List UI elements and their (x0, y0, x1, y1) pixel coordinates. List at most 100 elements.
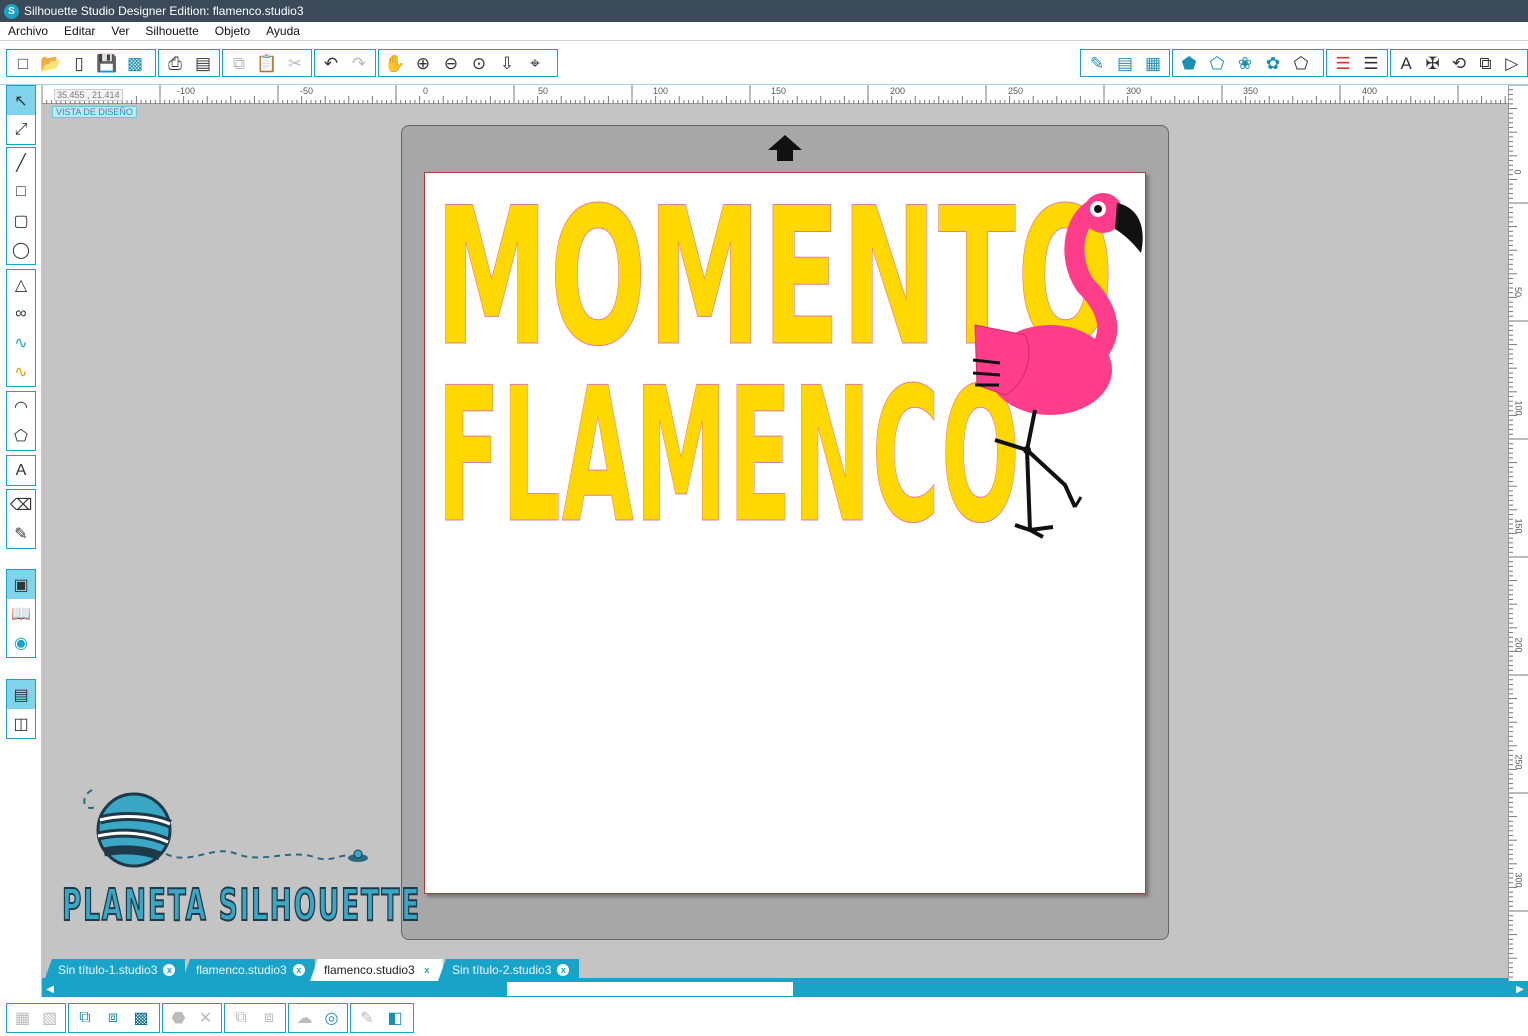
redo-icon[interactable]: ↷ (345, 51, 373, 75)
paste-icon[interactable]: 📋 (253, 51, 281, 75)
fill-color-icon[interactable]: ⬟ (1175, 51, 1203, 75)
fill-pattern-icon[interactable]: ❀ (1231, 51, 1259, 75)
print-icon[interactable]: ⎙ (161, 51, 189, 75)
more-panels-icon[interactable]: ▷ (1499, 51, 1525, 75)
weld-icon[interactable]: ⬣ (165, 1005, 192, 1031)
scroll-right-icon[interactable]: ▶ (1514, 983, 1526, 995)
menu-editar[interactable]: Editar (56, 24, 103, 38)
new-document-icon[interactable]: □ (9, 51, 37, 75)
close-tab-icon[interactable]: x (292, 964, 305, 976)
text-tool-icon[interactable]: A (7, 456, 35, 485)
zoom-selection-icon[interactable]: ⊙ (465, 51, 493, 75)
smooth-freehand-tool-icon[interactable]: ∿ (7, 357, 35, 386)
delete-icon[interactable]: ✕ (192, 1005, 219, 1031)
rectangle-tool-icon[interactable]: □ (7, 177, 35, 206)
rotate-icon[interactable]: ⟲ (1446, 51, 1472, 75)
pan-hand-icon[interactable]: ✋ (381, 51, 409, 75)
window-title: Silhouette Studio Designer Edition: flam… (24, 4, 304, 18)
menu-bar: Archivo Editar Ver Silhouette Objeto Ayu… (0, 22, 1528, 41)
arc-tool-icon[interactable]: ◠ (7, 392, 35, 421)
offset-icon[interactable]: ◎ (318, 1005, 345, 1031)
group-icon[interactable]: ▦ (9, 1005, 36, 1031)
eraser-tool-icon[interactable]: ⌫ (7, 490, 35, 519)
ruler-label: 350 (1243, 86, 1259, 96)
trace-icon[interactable]: ☁ (291, 1005, 318, 1031)
line-color-icon[interactable]: ✿ (1259, 51, 1287, 75)
close-tab-icon[interactable]: x (420, 964, 433, 976)
print-cut-icon[interactable]: ◧ (381, 1005, 409, 1031)
tab-flamenco-active[interactable]: flamenco.studio3 x (310, 959, 443, 981)
design-text-flamenco[interactable]: FLAMENCO (437, 362, 1021, 549)
cut-settings-icon[interactable]: ☰ (1329, 51, 1357, 75)
tab-flamenco-1[interactable]: flamenco.studio3 x (182, 959, 315, 981)
file-tools-group: □ 📂 ▯ 💾 ▩ (6, 49, 156, 77)
scale-icon[interactable]: ⧉ (1472, 51, 1498, 75)
curve-tool-icon[interactable]: ∞ (7, 299, 35, 328)
design-page[interactable]: MOMENTO FLAMENCO (424, 172, 1146, 894)
library-icon[interactable]: ▯ (65, 51, 93, 75)
release-compound-icon[interactable]: ⧈ (99, 1005, 127, 1031)
scrollbar-thumb[interactable] (507, 982, 793, 996)
duplicate-icon[interactable]: ⧉ (227, 1005, 255, 1031)
sketch-icon[interactable]: ✎ (353, 1005, 381, 1031)
shape-tools-group: ╱ □ ▢ ◯ (6, 147, 36, 265)
ruler-label: 150 (1513, 518, 1524, 534)
freehand-tool-icon[interactable]: ∿ (7, 328, 35, 357)
close-tab-icon[interactable]: x (557, 964, 570, 976)
horizontal-scrollbar[interactable]: ◀ ▶ (42, 981, 1528, 997)
regular-polygon-tool-icon[interactable]: ⬠ (7, 421, 35, 450)
fit-to-page-icon[interactable]: ⌖ (521, 51, 549, 75)
design-canvas[interactable]: VISTA DE DISEÑO MOMENTO FLAMENCO PLANETA… (42, 104, 1508, 956)
menu-archivo[interactable]: Archivo (0, 24, 56, 38)
ruler-label: -50 (300, 86, 314, 96)
select-arrow-icon[interactable]: ↖ (7, 86, 35, 115)
scroll-left-icon[interactable]: ◀ (44, 983, 56, 995)
menu-objeto[interactable]: Objeto (207, 24, 258, 38)
send-to-silhouette-icon[interactable]: ▤ (189, 51, 217, 75)
ungroup-icon[interactable]: ▧ (36, 1005, 63, 1031)
grid-settings-icon[interactable]: ▤ (1111, 51, 1139, 75)
library-view-icon[interactable]: 📖 (7, 599, 35, 628)
split-panel-icon[interactable]: ◫ (7, 709, 35, 738)
fill-gradient-icon[interactable]: ⬠ (1203, 51, 1231, 75)
tab-sin-titulo-1[interactable]: Sin título-1.studio3 x (44, 959, 186, 981)
menu-ayuda[interactable]: Ayuda (258, 24, 308, 38)
online-store-icon[interactable]: ◉ (7, 628, 35, 657)
draw-tools-group: △ ∞ ∿ ∿ (6, 269, 36, 387)
text-style-icon[interactable]: A (1393, 51, 1419, 75)
bring-forward-icon[interactable]: ▩ (127, 1005, 155, 1031)
menu-silhouette[interactable]: Silhouette (137, 24, 206, 38)
save-to-library-icon[interactable]: ▩ (121, 51, 149, 75)
open-folder-icon[interactable]: 📂 (37, 51, 65, 75)
transform-icon[interactable]: ✠ (1419, 51, 1445, 75)
mirror-icon[interactable]: ⧈ (255, 1005, 283, 1031)
save-icon[interactable]: 💾 (93, 51, 121, 75)
undo-icon[interactable]: ↶ (317, 51, 345, 75)
tab-sin-titulo-2[interactable]: Sin título-2.studio3 x (438, 959, 580, 981)
registration-marks-icon[interactable]: ▦ (1139, 51, 1167, 75)
cut-icon[interactable]: ✂ (281, 51, 309, 75)
single-panel-icon[interactable]: ▤ (7, 680, 35, 709)
polygon-tool-icon[interactable]: △ (7, 270, 35, 299)
zoom-drag-icon[interactable]: ⇩ (493, 51, 521, 75)
weld-tools-group: ⬣ ✕ (162, 1003, 222, 1033)
main-toolbar: □ 📂 ▯ 💾 ▩ ⎙ ▤ ⧉ 📋 ✂ ↶ ↷ ✋ ⊕ ⊖ ⊙ ⇩ ⌖ ✎ ▤ … (0, 41, 1528, 85)
cutting-mat: MOMENTO FLAMENCO (401, 125, 1169, 940)
flamingo-graphic[interactable] (965, 185, 1145, 545)
edit-points-icon[interactable]: ⤢ (7, 115, 35, 144)
zoom-out-icon[interactable]: ⊖ (437, 51, 465, 75)
page-settings-icon[interactable]: ✎ (1083, 51, 1111, 75)
close-tab-icon[interactable]: x (163, 964, 176, 976)
line-style-icon[interactable]: ⬠ (1287, 51, 1315, 75)
rounded-rectangle-tool-icon[interactable]: ▢ (7, 206, 35, 235)
line-tool-icon[interactable]: ╱ (7, 148, 35, 177)
line-settings-icon[interactable]: ☰ (1357, 51, 1385, 75)
ellipse-tool-icon[interactable]: ◯ (7, 235, 35, 264)
design-view-icon[interactable]: ▣ (7, 570, 35, 599)
ruler-label: 300 (1126, 86, 1142, 96)
knife-tool-icon[interactable]: ✎ (7, 519, 35, 548)
make-compound-icon[interactable]: ⧉ (71, 1005, 99, 1031)
menu-ver[interactable]: Ver (103, 24, 137, 38)
zoom-in-icon[interactable]: ⊕ (409, 51, 437, 75)
copy-icon[interactable]: ⧉ (225, 51, 253, 75)
